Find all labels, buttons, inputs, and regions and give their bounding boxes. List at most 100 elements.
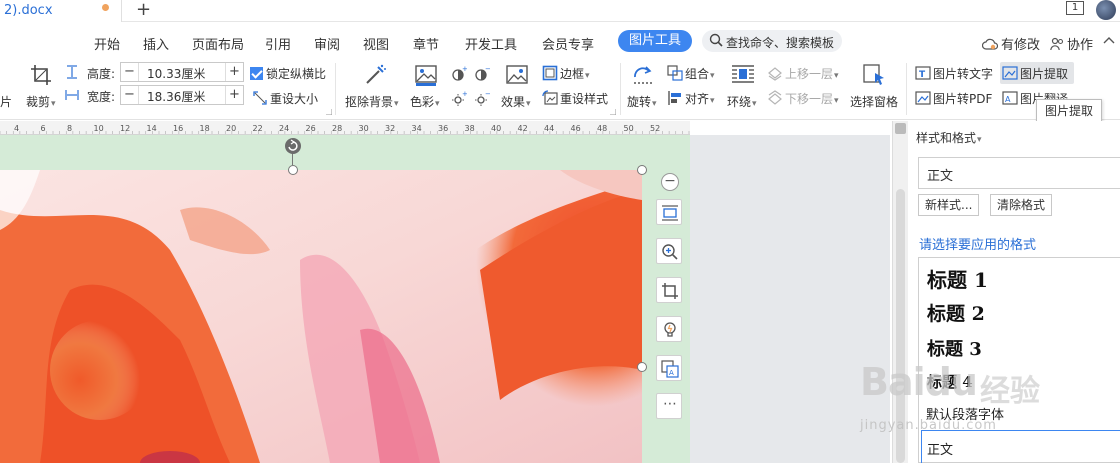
baidu-jingyan-watermark: Baidu 经验 jingyan.baidu.com bbox=[860, 360, 1120, 463]
tab-bar: 2).docx + 1 bbox=[0, 0, 1120, 22]
send-backward-label: 下移一层 bbox=[785, 92, 834, 106]
color-picture-icon[interactable] bbox=[414, 63, 438, 87]
crop-image-button[interactable] bbox=[656, 277, 682, 303]
height-value[interactable]: 10.33厘米 bbox=[147, 65, 205, 82]
remove-background-icon[interactable] bbox=[363, 63, 387, 87]
ruler-label: 48 bbox=[597, 124, 607, 133]
send-backward-button[interactable]: 下移一层▾ bbox=[767, 90, 839, 107]
resize-handle-right[interactable] bbox=[637, 362, 647, 372]
command-search[interactable]: 查找命令、搜索模板 bbox=[702, 30, 842, 52]
rotate-handle[interactable] bbox=[285, 138, 301, 154]
document-canvas[interactable]: − A ⋯ bbox=[0, 135, 890, 463]
bring-forward-button[interactable]: 上移一层▾ bbox=[767, 65, 839, 82]
selected-image[interactable] bbox=[0, 170, 642, 463]
document-tab[interactable]: 2).docx bbox=[0, 0, 122, 22]
resize-handle-top-right[interactable] bbox=[637, 165, 647, 175]
picture-effects-icon[interactable] bbox=[505, 63, 529, 87]
bring-forward-icon bbox=[768, 67, 782, 81]
width-value[interactable]: 18.36厘米 bbox=[147, 88, 205, 105]
width-spinner[interactable]: − 18.36厘米 + bbox=[120, 85, 244, 105]
menu-item-insert[interactable]: 插入 bbox=[143, 34, 169, 53]
menu-item-references[interactable]: 引用 bbox=[265, 34, 291, 53]
collaborate-button[interactable]: 协作 bbox=[1050, 34, 1093, 53]
height-increase-button[interactable]: + bbox=[225, 63, 243, 81]
reset-style-icon bbox=[542, 90, 558, 105]
align-button[interactable]: 对齐▾ bbox=[667, 90, 715, 107]
collapse-chevron-icon[interactable] bbox=[1103, 35, 1115, 47]
decrease-contrast-icon[interactable]: − bbox=[474, 66, 490, 82]
picture-extract-button[interactable]: 图片提取 bbox=[1002, 65, 1068, 82]
current-style-field[interactable]: 正文 bbox=[918, 157, 1120, 189]
selection-pane-icon[interactable] bbox=[862, 63, 886, 87]
selection-pane-button[interactable]: 选择窗格 bbox=[850, 93, 898, 110]
menu-item-review[interactable]: 审阅 bbox=[314, 34, 340, 53]
color-label: 色彩 bbox=[410, 95, 435, 109]
ruler-label: 24 bbox=[279, 124, 289, 133]
increase-contrast-icon[interactable]: + bbox=[451, 66, 467, 82]
more-tools-button[interactable]: ⋯ bbox=[656, 393, 682, 419]
decrease-brightness-icon[interactable]: − bbox=[474, 91, 490, 107]
border-button[interactable]: 边框▾ bbox=[542, 65, 590, 82]
user-avatar[interactable] bbox=[1096, 0, 1116, 20]
align-label: 对齐 bbox=[685, 92, 710, 106]
lock-ratio-checkbox[interactable]: 锁定纵横比 bbox=[250, 65, 326, 82]
horizontal-ruler[interactable]: 4 6 8 10 12 14 16 18 20 22 24 26 28 30 32 34 36 38 40 42 44 4… bbox=[0, 121, 690, 135]
caret-down-icon: ▾ bbox=[977, 135, 982, 145]
increase-brightness-icon[interactable]: + bbox=[451, 91, 467, 107]
style-heading-1[interactable]: 标题 1 bbox=[927, 264, 988, 293]
style-heading-3[interactable]: 标题 3 bbox=[927, 335, 982, 361]
collapse-toolbar-button[interactable]: − bbox=[661, 173, 679, 191]
wrap-button[interactable]: 环绕▾ bbox=[727, 93, 757, 110]
zoom-image-button[interactable] bbox=[656, 238, 682, 264]
menu-item-view[interactable]: 视图 bbox=[363, 34, 389, 53]
dialog-launcher-icon[interactable] bbox=[610, 109, 616, 115]
reset-style-button[interactable]: 重设样式 bbox=[542, 90, 608, 107]
menu-item-member[interactable]: 会员专享 bbox=[542, 34, 594, 53]
text-wrap-icon[interactable] bbox=[731, 64, 755, 86]
rotate-button[interactable]: 旋转▾ bbox=[627, 93, 657, 110]
width-increase-button[interactable]: + bbox=[225, 86, 243, 104]
color-button[interactable]: 色彩▾ bbox=[410, 93, 440, 110]
caret-down-icon: ▾ bbox=[526, 99, 531, 109]
smart-tip-button[interactable] bbox=[656, 316, 682, 342]
svg-text:+: + bbox=[462, 91, 467, 98]
watermark-suffix: 经验 bbox=[980, 374, 1040, 409]
picture-convert-button[interactable]: A bbox=[656, 355, 682, 381]
menu-item-developer[interactable]: 开发工具 bbox=[465, 34, 517, 53]
crop-button[interactable]: 裁剪▾ bbox=[26, 93, 56, 110]
window-count-badge[interactable]: 1 bbox=[1066, 1, 1084, 15]
height-spinner[interactable]: − 10.33厘米 + bbox=[120, 62, 244, 82]
picture-to-text-button[interactable]: T 图片转文字 bbox=[915, 65, 993, 82]
effects-button[interactable]: 效果▾ bbox=[501, 93, 531, 110]
ruler-label: 40 bbox=[491, 124, 501, 133]
ruler-label: 20 bbox=[226, 124, 236, 133]
truncated-label: 片 bbox=[0, 95, 13, 109]
menu-item-page-layout[interactable]: 页面布局 bbox=[192, 34, 244, 53]
rotate-icon[interactable] bbox=[631, 63, 655, 87]
modified-button[interactable]: 有修改 bbox=[982, 34, 1040, 53]
menu-item-home[interactable]: 开始 bbox=[94, 34, 120, 53]
height-decrease-button[interactable]: − bbox=[121, 63, 139, 81]
dialog-launcher-icon[interactable] bbox=[326, 109, 332, 115]
reset-size-button[interactable]: 重设大小 bbox=[252, 90, 318, 107]
crop-icon[interactable] bbox=[30, 64, 52, 86]
resize-handle-top[interactable] bbox=[288, 165, 298, 175]
style-heading-2[interactable]: 标题 2 bbox=[927, 299, 985, 326]
menu-item-picture-tools[interactable]: 图片工具 bbox=[618, 30, 692, 52]
group-button[interactable]: 组合▾ bbox=[667, 65, 715, 82]
bring-forward-label: 上移一层 bbox=[785, 67, 834, 81]
remove-background-button[interactable]: 抠除背景▾ bbox=[345, 93, 399, 110]
clear-format-button[interactable]: 清除格式 bbox=[990, 194, 1053, 216]
divider bbox=[906, 63, 907, 115]
svg-text:T: T bbox=[919, 70, 926, 80]
menu-item-chapter[interactable]: 章节 bbox=[413, 34, 439, 53]
scroll-top-icon[interactable] bbox=[895, 123, 906, 134]
picture-to-pdf-label: 图片转PDF bbox=[933, 92, 993, 106]
new-style-button[interactable]: 新样式... bbox=[918, 194, 980, 216]
document-page[interactable]: − A ⋯ bbox=[0, 135, 690, 463]
pane-title[interactable]: 样式和格式▾ bbox=[916, 129, 982, 146]
layout-options-button[interactable] bbox=[656, 199, 682, 225]
new-tab-button[interactable]: + bbox=[136, 0, 151, 20]
picture-to-pdf-button[interactable]: 图片转PDF bbox=[915, 90, 992, 107]
width-decrease-button[interactable]: − bbox=[121, 86, 139, 104]
